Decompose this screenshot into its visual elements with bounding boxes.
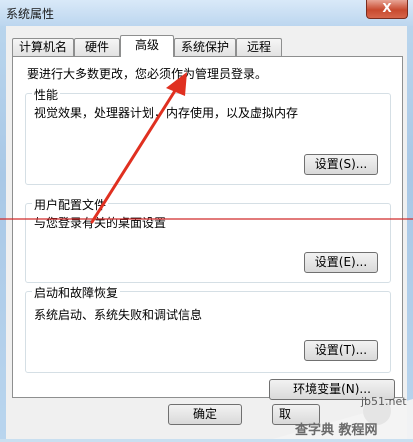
tab-label: 远程 xyxy=(246,40,271,54)
startup-recovery-description: 系统启动、系统失败和调试信息 xyxy=(34,308,203,322)
user-profiles-settings-button[interactable]: 设置(E)... xyxy=(304,252,378,273)
close-button[interactable]: X xyxy=(366,0,408,19)
user-profiles-group: 用户配置文件 与您登录有关的桌面设置 设置(E)... xyxy=(25,196,391,283)
tab-system-protection[interactable]: 系统保护 xyxy=(174,38,236,56)
tab-advanced[interactable]: 高级 xyxy=(120,35,174,57)
performance-group: 性能 视觉效果，处理器计划，内存使用，以及虚拟内存 设置(S)... xyxy=(25,86,391,185)
startup-recovery-title: 启动和故障恢复 xyxy=(32,284,121,301)
dialog-client-area: 计算机名 硬件 高级 系统保护 远程 要进行大多数更改，您必须作为管理员登录。 … xyxy=(6,26,407,439)
performance-title: 性能 xyxy=(32,86,61,103)
tab-label: 系统保护 xyxy=(180,40,229,54)
startup-recovery-settings-button[interactable]: 设置(T)... xyxy=(304,340,378,361)
admin-notice: 要进行大多数更改，您必须作为管理员登录。 xyxy=(27,67,268,81)
watermark-domain: jb51.net xyxy=(361,395,407,408)
tab-remote[interactable]: 远程 xyxy=(236,38,282,56)
tab-hardware[interactable]: 硬件 xyxy=(74,38,120,56)
advanced-tab-panel: 要进行大多数更改，您必须作为管理员登录。 性能 视觉效果，处理器计划，内存使用，… xyxy=(12,56,403,400)
ok-button[interactable]: 确定 xyxy=(168,404,242,425)
watermark-text: 查字典 教程网 xyxy=(295,423,378,438)
performance-settings-button[interactable]: 设置(S)... xyxy=(304,154,378,175)
close-icon: X xyxy=(382,1,392,15)
tab-label: 计算机名 xyxy=(18,40,67,54)
performance-description: 视觉效果，处理器计划，内存使用，以及虚拟内存 xyxy=(34,106,299,120)
title-bar[interactable]: 系统属性 X xyxy=(0,0,413,26)
system-properties-window: 系统属性 X 计算机名 硬件 高级 系统保护 远程 要进行大多数更改，您必须作为… xyxy=(0,0,413,439)
tab-label: 硬件 xyxy=(84,40,109,54)
tab-computer-name[interactable]: 计算机名 xyxy=(12,38,74,56)
startup-recovery-group: 启动和故障恢复 系统启动、系统失败和调试信息 设置(T)... xyxy=(25,284,391,373)
user-profiles-title: 用户配置文件 xyxy=(32,196,109,213)
tab-label: 高级 xyxy=(134,38,159,52)
site-watermark: jb51.net 查字典 教程网 xyxy=(273,389,413,439)
user-profiles-description: 与您登录有关的桌面设置 xyxy=(34,216,167,230)
window-title: 系统属性 xyxy=(6,7,55,21)
